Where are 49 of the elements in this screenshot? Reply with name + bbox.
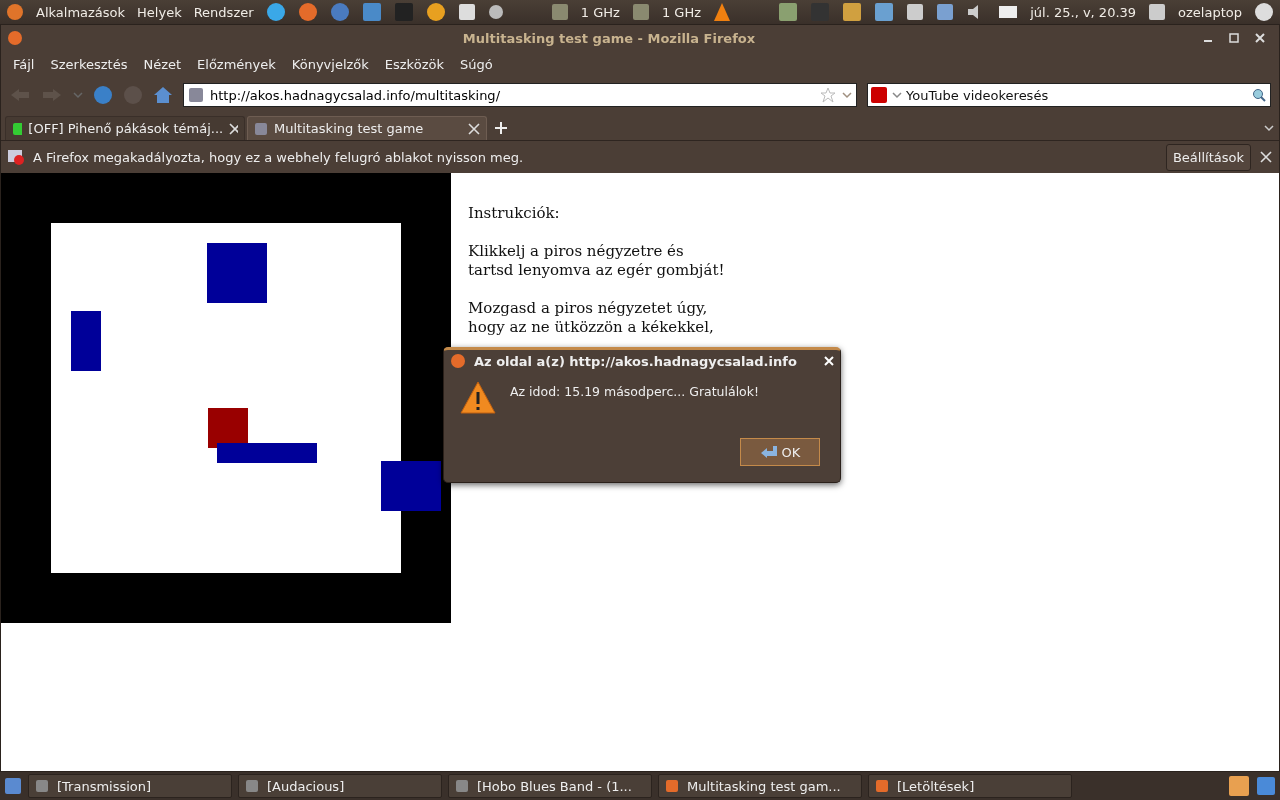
menu-item[interactable]: Súgó bbox=[459, 56, 493, 72]
close-icon[interactable] bbox=[1255, 33, 1265, 43]
menu-item[interactable]: Nézet bbox=[143, 56, 182, 72]
panel-menu[interactable]: Rendszer bbox=[193, 4, 254, 20]
traffic-cone-icon[interactable] bbox=[713, 2, 731, 22]
instructions-heading: Instrukciók: bbox=[468, 204, 561, 223]
instruction-text: Klikkelj a piros négyzetre és bbox=[468, 242, 685, 261]
browser-tab[interactable]: [OFF] Pihenő pákások témáj... bbox=[5, 116, 245, 140]
browser-tab[interactable]: Multitasking test game bbox=[247, 116, 487, 140]
menu-item[interactable]: Eszközök bbox=[384, 56, 444, 72]
dialog-message: Az idod: 15.19 másodperc... Gratulálok! bbox=[510, 383, 760, 401]
instruction-text: Mozgasd a piros négyzetet úgy, bbox=[468, 299, 709, 318]
instruction-text: hogy az ne ütközzön a kékekkel, bbox=[468, 318, 715, 337]
taskbar-item[interactable]: [Letöltések] bbox=[868, 774, 1072, 798]
ok-button[interactable]: OK bbox=[740, 438, 820, 466]
caret-icon[interactable] bbox=[842, 91, 852, 99]
menu-item[interactable]: Előzmények bbox=[197, 56, 276, 72]
panel-menu[interactable]: Helyek bbox=[137, 4, 182, 20]
menu-item[interactable]: Fájl bbox=[13, 56, 35, 72]
clock[interactable]: júl. 25., v, 20.39 bbox=[1030, 4, 1137, 20]
taskbar-item[interactable]: [Transmission] bbox=[28, 774, 232, 798]
address-bar[interactable]: http://akos.hadnagycsalad.info/multitasking/ bbox=[183, 83, 857, 107]
search-icon[interactable] bbox=[1252, 88, 1266, 102]
settings-button[interactable]: Beállítások bbox=[1165, 143, 1251, 171]
notification-message: A Firefox megakadályozta, hogy ez a webhely felugró ablakot nyisson meg. bbox=[33, 149, 525, 165]
cpu-frequency: 1 GHz bbox=[580, 4, 620, 20]
search-field[interactable]: YouTube videokeresés bbox=[867, 83, 1271, 107]
instruction-text: tartsd lenyomva az egér gombját! bbox=[468, 261, 725, 280]
menu-item[interactable]: Szerkesztés bbox=[50, 56, 128, 72]
taskbar-item[interactable]: [Hobo Blues Band - (1... bbox=[448, 774, 652, 798]
taskbar-item[interactable]: Multitasking test gam... bbox=[658, 774, 862, 798]
taskbar-item[interactable]: [Audacious] bbox=[238, 774, 442, 798]
window-title: Multitasking test game - Mozilla Firefox bbox=[461, 30, 757, 46]
menu-item[interactable]: Könyvjelzők bbox=[291, 56, 369, 72]
panel-menu[interactable]: Alkalmazások bbox=[36, 4, 126, 20]
warning-icon bbox=[460, 380, 496, 414]
close-icon[interactable] bbox=[468, 122, 480, 135]
mail-icon[interactable] bbox=[998, 5, 1019, 19]
star-icon[interactable] bbox=[820, 87, 836, 103]
close-icon[interactable] bbox=[1259, 150, 1273, 164]
home-icon[interactable] bbox=[153, 85, 173, 105]
user-name[interactable]: ozelaptop bbox=[1178, 4, 1242, 20]
blocked-popup-icon bbox=[7, 148, 25, 166]
enter-icon bbox=[759, 445, 778, 459]
maximize-icon[interactable] bbox=[1229, 33, 1239, 43]
caret-icon[interactable] bbox=[892, 91, 902, 99]
close-icon[interactable] bbox=[229, 122, 238, 135]
dialog-title: Az oldal a(z) http://akos.hadnagycsalad.info bbox=[474, 353, 798, 369]
cpu-frequency: 1 GHz bbox=[661, 4, 701, 20]
